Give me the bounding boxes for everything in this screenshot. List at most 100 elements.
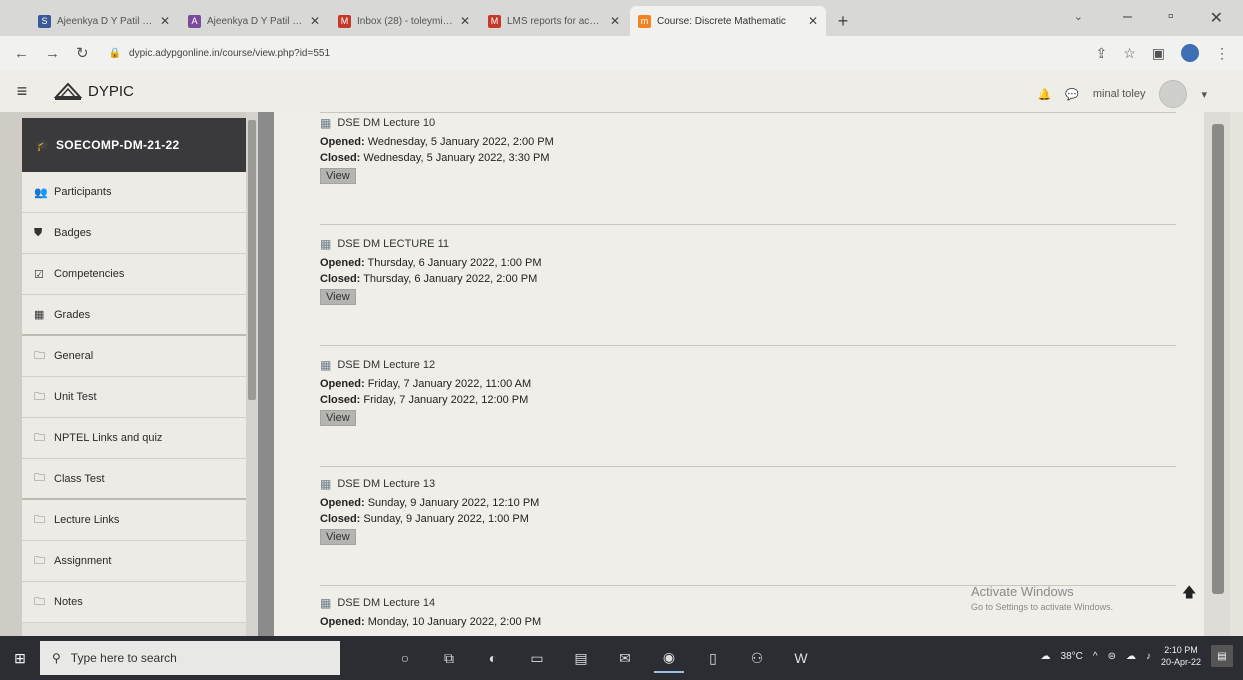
drawer-course-link[interactable]: 🎓 SOECOMP-DM-21-22	[22, 118, 246, 172]
tab-close-icon[interactable]: ✕	[160, 14, 170, 28]
tab-close-icon[interactable]: ✕	[808, 14, 818, 28]
clock[interactable]: 2:10 PM 20-Apr-22	[1161, 644, 1201, 668]
tab-close-icon[interactable]: ✕	[310, 14, 320, 28]
drawer-item-label: Participants	[54, 186, 112, 198]
watermark-subtitle: Go to Settings to activate Windows.	[971, 602, 1114, 612]
view-button[interactable]: View	[320, 410, 356, 426]
avatar[interactable]	[1159, 80, 1188, 108]
opened-line: Opened: Monday, 10 January 2022, 2:00 PM	[320, 616, 1180, 628]
drawer-item[interactable]: 🗀 Notes	[22, 582, 246, 623]
weather-icon[interactable]: ☁	[1041, 651, 1051, 662]
drawer-item[interactable]: ☑ Competencies	[22, 254, 246, 295]
drawer-item[interactable]: 🗀 Lecture Links	[22, 500, 246, 541]
messages-icon[interactable]: 💬	[1065, 88, 1079, 101]
share-icon[interactable]: ⇪	[1095, 45, 1107, 62]
drawer-item-label: Lecture Links	[54, 514, 120, 526]
lecture-link[interactable]: ▦ DSE DM LECTURE 11	[320, 235, 1180, 253]
browser-tab[interactable]: m Course: Discrete Mathematic ✕	[630, 6, 826, 36]
drawer-item[interactable]: ⛊ Badges	[22, 213, 246, 254]
onenote-icon[interactable]: ▯	[698, 643, 728, 673]
view-button[interactable]: View	[320, 529, 356, 545]
view-button[interactable]: View	[320, 168, 356, 184]
taskbar-search[interactable]: ⚲ Type here to search	[40, 641, 340, 675]
file-explorer-icon[interactable]: ▭	[522, 643, 552, 673]
maximize-icon[interactable]: ▫	[1168, 8, 1174, 28]
user-area: 🔔 💬 minal toley ▾	[1037, 80, 1207, 108]
drawer-item[interactable]: 🗀 Assignment	[22, 541, 246, 582]
drawer-item[interactable]: 🗀 Unit Test	[22, 377, 246, 418]
drawer-item[interactable]: 🗀 General	[22, 336, 246, 377]
word-icon[interactable]: W	[786, 643, 816, 673]
graduation-cap-icon: 🎓	[36, 139, 50, 152]
windows-start-icon[interactable]: ⊞	[0, 650, 40, 667]
notifications-icon[interactable]: ▤	[1211, 645, 1233, 667]
browser-tab[interactable]: M LMS reports for academic yr ✕	[480, 6, 628, 36]
back-to-top-icon[interactable]: 🡅	[1182, 582, 1196, 606]
reload-icon[interactable]: ↻	[76, 44, 89, 62]
task-view-icon[interactable]: ⧉	[434, 643, 464, 673]
drawer-item-label: Unit Test	[54, 391, 97, 403]
opened-label: Opened:	[320, 378, 365, 390]
minimize-icon[interactable]: –	[1123, 8, 1132, 28]
new-tab-button[interactable]: +	[828, 6, 858, 36]
drawer-item[interactable]: ▦ Grades	[22, 295, 246, 336]
drawer-item[interactable]: 👥 Participants	[22, 172, 246, 213]
user-menu-caret-icon[interactable]: ▾	[1201, 88, 1207, 101]
temperature[interactable]: 38°C	[1061, 651, 1083, 662]
view-button[interactable]: View	[320, 289, 356, 305]
url-field[interactable]: 🔒 dypic.adypgonline.in/course/view.php?i…	[109, 48, 330, 59]
cortana-icon[interactable]: ○	[390, 643, 420, 673]
close-icon[interactable]: ✕	[1210, 8, 1223, 28]
windows-taskbar: ⊞ ⚲ Type here to search ○ ⧉ ◐ ▭ ▤ ✉ ◉ ▯ …	[0, 636, 1243, 680]
opened-label: Opened:	[320, 257, 365, 269]
opened-line: Opened: Friday, 7 January 2022, 11:00 AM	[320, 378, 1180, 390]
drawer-scrollbar-thumb[interactable]	[248, 120, 256, 400]
lecture-activity: ▦ DSE DM LECTURE 11 Opened: Thursday, 6 Ja…	[320, 235, 1180, 305]
folder-icon: 🗀	[34, 390, 45, 403]
lecture-link[interactable]: ▦ DSE DM Lecture 12	[320, 356, 1180, 374]
back-arrow-icon[interactable]: ←	[14, 45, 29, 62]
tray-expand-icon[interactable]: ^	[1093, 651, 1098, 662]
page-scrollbar[interactable]	[1204, 112, 1230, 636]
lecture-link[interactable]: ▦ DSE DM Lecture 10	[320, 114, 1180, 132]
lecture-title: DSE DM Lecture 13	[337, 478, 436, 490]
folder-icon: 🗀	[34, 349, 45, 362]
menu-kebab-icon[interactable]: ⋮	[1215, 45, 1229, 62]
user-name[interactable]: minal toley	[1093, 88, 1146, 100]
teams-icon[interactable]: ⚇	[742, 643, 772, 673]
browser-tab[interactable]: A Ajeenkya D Y Patil Universit ✕	[180, 6, 328, 36]
drawer-scrollbar[interactable]	[246, 112, 258, 636]
hamburger-menu-icon[interactable]: ≡	[0, 81, 44, 102]
store-icon[interactable]: ▤	[566, 643, 596, 673]
brand-logo-icon	[54, 82, 82, 100]
browser-tab[interactable]: M Inbox (28) - toleyminal@gr ✕	[330, 6, 478, 36]
notification-bell-icon[interactable]: 🔔	[1037, 88, 1051, 101]
mail-icon[interactable]: ✉	[610, 643, 640, 673]
forward-arrow-icon[interactable]: →	[45, 45, 60, 62]
tab-close-icon[interactable]: ✕	[610, 14, 620, 28]
drawer-item[interactable]: 🗀 NPTEL Links and quiz	[22, 418, 246, 459]
tab-search-chevron-icon[interactable]: ⌄	[1074, 10, 1083, 23]
tab-close-icon[interactable]: ✕	[460, 14, 470, 28]
browser-tab[interactable]: S Ajeenkya D Y Patil Group ✕	[30, 6, 178, 36]
chrome-icon[interactable]: ◉	[654, 643, 684, 673]
tab-list: S Ajeenkya D Y Patil Group ✕ A Ajeenkya D Y …	[30, 6, 828, 36]
lock-icon[interactable]: 🔒	[109, 48, 121, 59]
browser-profile-icon[interactable]	[1181, 44, 1199, 62]
onedrive-icon[interactable]: ☁	[1126, 651, 1136, 662]
edge-icon[interactable]: ◐	[478, 643, 508, 673]
volume-icon[interactable]: ♪	[1146, 651, 1151, 662]
closed-label: Closed:	[320, 513, 361, 525]
bookmark-star-icon[interactable]: ☆	[1123, 45, 1136, 62]
closed-date: Wednesday, 5 January 2022, 3:30 PM	[363, 152, 550, 164]
site-brand[interactable]: DYPIC	[54, 81, 134, 101]
lecture-title: DSE DM LECTURE 11	[337, 238, 449, 250]
drawer-item[interactable]: 🗀 Class Test	[22, 459, 246, 500]
sidepanel-icon[interactable]: ▣	[1152, 45, 1165, 62]
taskbar-apps: ○ ⧉ ◐ ▭ ▤ ✉ ◉ ▯ ⚇ W	[390, 643, 816, 673]
lecture-link[interactable]: ▦ DSE DM Lecture 13	[320, 475, 1180, 493]
network-icon[interactable]: ⊜	[1108, 651, 1116, 662]
lecture-title: DSE DM Lecture 10	[337, 117, 436, 129]
page-scrollbar-thumb[interactable]	[1212, 124, 1224, 594]
lecture-title: DSE DM Lecture 14	[337, 597, 436, 609]
